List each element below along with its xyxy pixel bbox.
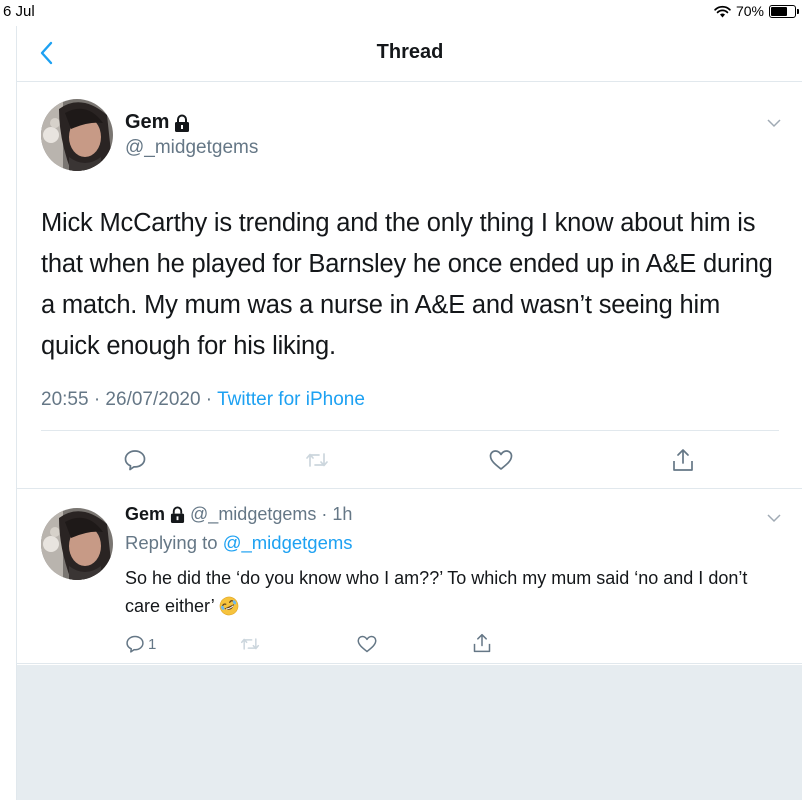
page-title: Thread <box>376 41 444 63</box>
retweet-icon <box>306 453 328 467</box>
user-name-row: Gem @_midgetgems · 1h <box>125 504 352 525</box>
thread-panel: Thread Gem @_midgetgems Mick McCarthy is… <box>16 26 802 800</box>
tweet-meta: 20:55 · 26/07/2020 · Twitter for iPhone <box>41 389 365 411</box>
lock-icon <box>175 114 190 132</box>
status-bar: 6 Jul 70% <box>0 0 802 26</box>
status-date: 6 Jul <box>3 3 35 20</box>
tweet-timestamp: 20:55 · 26/07/2020 · <box>41 389 218 410</box>
tweet-text: Mick McCarthy is trending and the only t… <box>41 209 773 360</box>
like-button[interactable] <box>356 634 378 654</box>
tweet-menu-button[interactable] <box>767 510 781 528</box>
share-icon <box>673 449 693 471</box>
avatar[interactable] <box>41 99 113 171</box>
share-icon <box>473 633 491 653</box>
user-handle-time[interactable]: @_midgetgems · 1h <box>190 504 352 525</box>
reply-icon <box>124 450 146 471</box>
share-button[interactable] <box>472 632 492 654</box>
tweet-menu-button[interactable] <box>767 115 781 133</box>
status-right: 70% <box>714 3 799 19</box>
user-name[interactable]: Gem <box>125 504 165 525</box>
replying-to: Replying to @_midgetgems <box>125 532 353 554</box>
main-tweet: Gem @_midgetgems Mick McCarthy is trendi… <box>17 83 802 489</box>
reply-button[interactable] <box>123 448 147 472</box>
replying-prefix: Replying to <box>125 532 223 553</box>
chevron-down-icon <box>767 514 781 523</box>
avatar[interactable] <box>41 508 113 580</box>
reply-icon <box>126 635 144 653</box>
battery-percent: 70% <box>735 3 764 19</box>
like-button[interactable] <box>488 448 514 472</box>
tweet-source-link[interactable]: Twitter for iPhone <box>217 389 365 410</box>
user-handle[interactable]: @_midgetgems <box>125 137 258 159</box>
empty-background <box>17 665 802 800</box>
tweet-actions <box>17 431 802 489</box>
user-name-row: Gem <box>125 111 190 134</box>
retweet-button[interactable] <box>239 634 261 654</box>
chevron-down-icon <box>767 119 781 128</box>
battery-tip <box>797 8 799 14</box>
reply-text-container: So he did the ‘do you know who I am??’ T… <box>125 564 785 620</box>
avatar-image <box>41 99 113 171</box>
battery-icon <box>769 4 799 18</box>
share-button[interactable] <box>671 447 695 473</box>
user-name[interactable]: Gem <box>125 111 169 134</box>
reply-button[interactable]: 1 <box>125 634 156 654</box>
reply-count: 1 <box>148 635 157 653</box>
like-icon <box>357 635 377 653</box>
battery-fill <box>771 6 788 16</box>
avatar-image <box>41 508 113 580</box>
lock-icon <box>170 506 185 523</box>
replying-handle-link[interactable]: @_midgetgems <box>223 532 353 553</box>
retweet-icon <box>240 638 260 650</box>
like-icon <box>489 450 513 470</box>
retweet-button[interactable] <box>304 448 330 472</box>
reply-tweet[interactable]: Gem @_midgetgems · 1h Replying to @_midg… <box>17 490 802 664</box>
nav-bar: Thread <box>17 26 802 82</box>
wifi-icon <box>714 5 731 17</box>
rolling-on-floor-laughing-emoji <box>219 596 239 616</box>
